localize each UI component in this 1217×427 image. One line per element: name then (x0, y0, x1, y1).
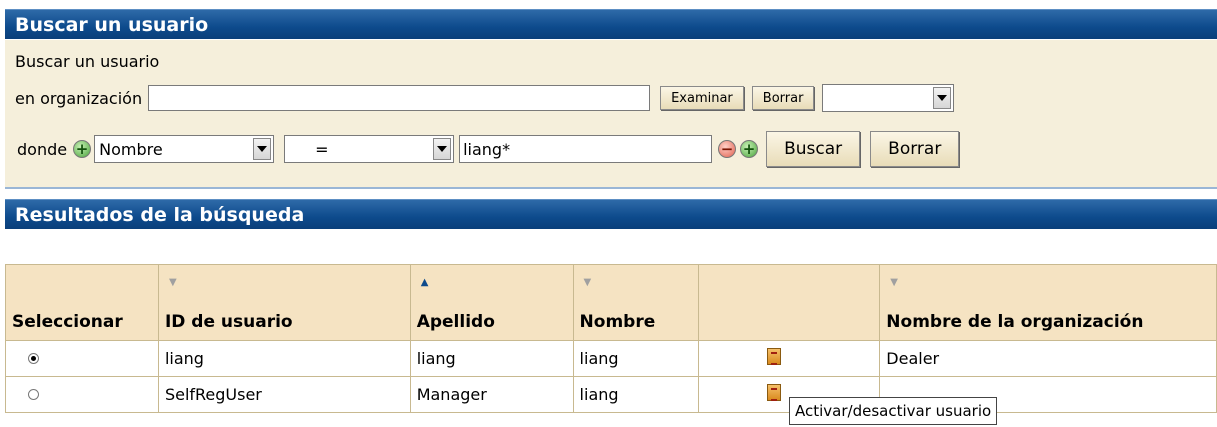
results-spacer (5, 230, 1217, 264)
first-name-cell: liang (572, 340, 700, 377)
chevron-down-icon[interactable] (433, 138, 452, 160)
field-select[interactable]: Nombre (94, 135, 275, 163)
search-subtitle: Buscar un usuario (15, 52, 160, 71)
chevron-down-icon[interactable] (933, 87, 952, 109)
clear-button[interactable]: Borrar (870, 131, 960, 167)
search-panel-title: Buscar un usuario (15, 14, 209, 36)
table-header-row: Seleccionar ▼ ID de usuario ▲ Apellido ▼… (5, 264, 1217, 341)
first-name-cell: liang (572, 376, 700, 413)
search-button[interactable]: Buscar (766, 131, 861, 167)
last-name-cell: liang (409, 340, 574, 377)
operator-select[interactable]: = (284, 135, 455, 163)
search-subtitle-row: Buscar un usuario (15, 52, 159, 71)
toggle-user-icon[interactable] (767, 348, 782, 365)
select-cell (5, 376, 159, 413)
table-row: SelfRegUser Manager liang (5, 376, 1217, 413)
results-panel-header: Resultados de la búsqueda (5, 199, 1217, 229)
last-name-cell: Manager (409, 376, 574, 413)
sort-asc-icon[interactable]: ▲ (421, 277, 429, 288)
operator-select-value: = (315, 139, 329, 159)
search-panel-header: Buscar un usuario (5, 9, 1217, 39)
sort-desc-icon[interactable]: ▼ (169, 277, 177, 288)
results-panel-title: Resultados de la búsqueda (15, 204, 305, 226)
col-organization[interactable]: ▼ Nombre de la organización (879, 264, 1217, 341)
clear-org-button[interactable]: Borrar (751, 86, 815, 110)
col-user-id[interactable]: ▼ ID de usuario (157, 264, 411, 341)
user-id-cell: SelfRegUser (157, 376, 411, 413)
org-label: en organización (15, 88, 143, 108)
plus-circle-icon[interactable]: + (740, 140, 759, 158)
col-first-name[interactable]: ▼ Nombre (572, 264, 700, 341)
chevron-down-icon[interactable] (253, 138, 272, 160)
search-panel-body: Buscar un usuario en organización Examin… (5, 40, 1217, 189)
query-input[interactable]: liang* (459, 135, 713, 163)
minus-circle-icon[interactable]: − (718, 140, 737, 158)
col-last-name[interactable]: ▲ Apellido (409, 264, 574, 341)
toggle-user-icon[interactable] (767, 384, 782, 401)
org-scope-select[interactable] (822, 84, 955, 112)
table-row: liang liang liang Dealer (5, 340, 1217, 377)
plus-circle-icon[interactable]: + (73, 140, 92, 158)
org-input[interactable] (148, 85, 651, 111)
where-label: donde (17, 139, 68, 159)
results-table: Seleccionar ▼ ID de usuario ▲ Apellido ▼… (5, 264, 1217, 413)
field-select-value: Nombre (99, 139, 163, 159)
user-id-cell: liang (157, 340, 411, 377)
browse-button[interactable]: Examinar (660, 86, 744, 110)
sort-desc-icon[interactable]: ▼ (584, 277, 592, 288)
col-actions (698, 264, 881, 341)
col-select: Seleccionar (5, 264, 159, 341)
toggle-user-tooltip: Activar/desactivar usuario (789, 397, 998, 425)
criteria-row: donde + Nombre = liang* − + Buscar Borra… (15, 131, 960, 167)
row-select-radio[interactable] (28, 389, 39, 400)
row-select-radio[interactable] (28, 353, 39, 364)
sort-desc-icon[interactable]: ▼ (890, 277, 898, 288)
select-cell (5, 340, 159, 377)
organization-cell: Dealer (879, 340, 1217, 377)
org-row: en organización Examinar Borrar (15, 84, 955, 112)
action-cell (698, 340, 881, 377)
